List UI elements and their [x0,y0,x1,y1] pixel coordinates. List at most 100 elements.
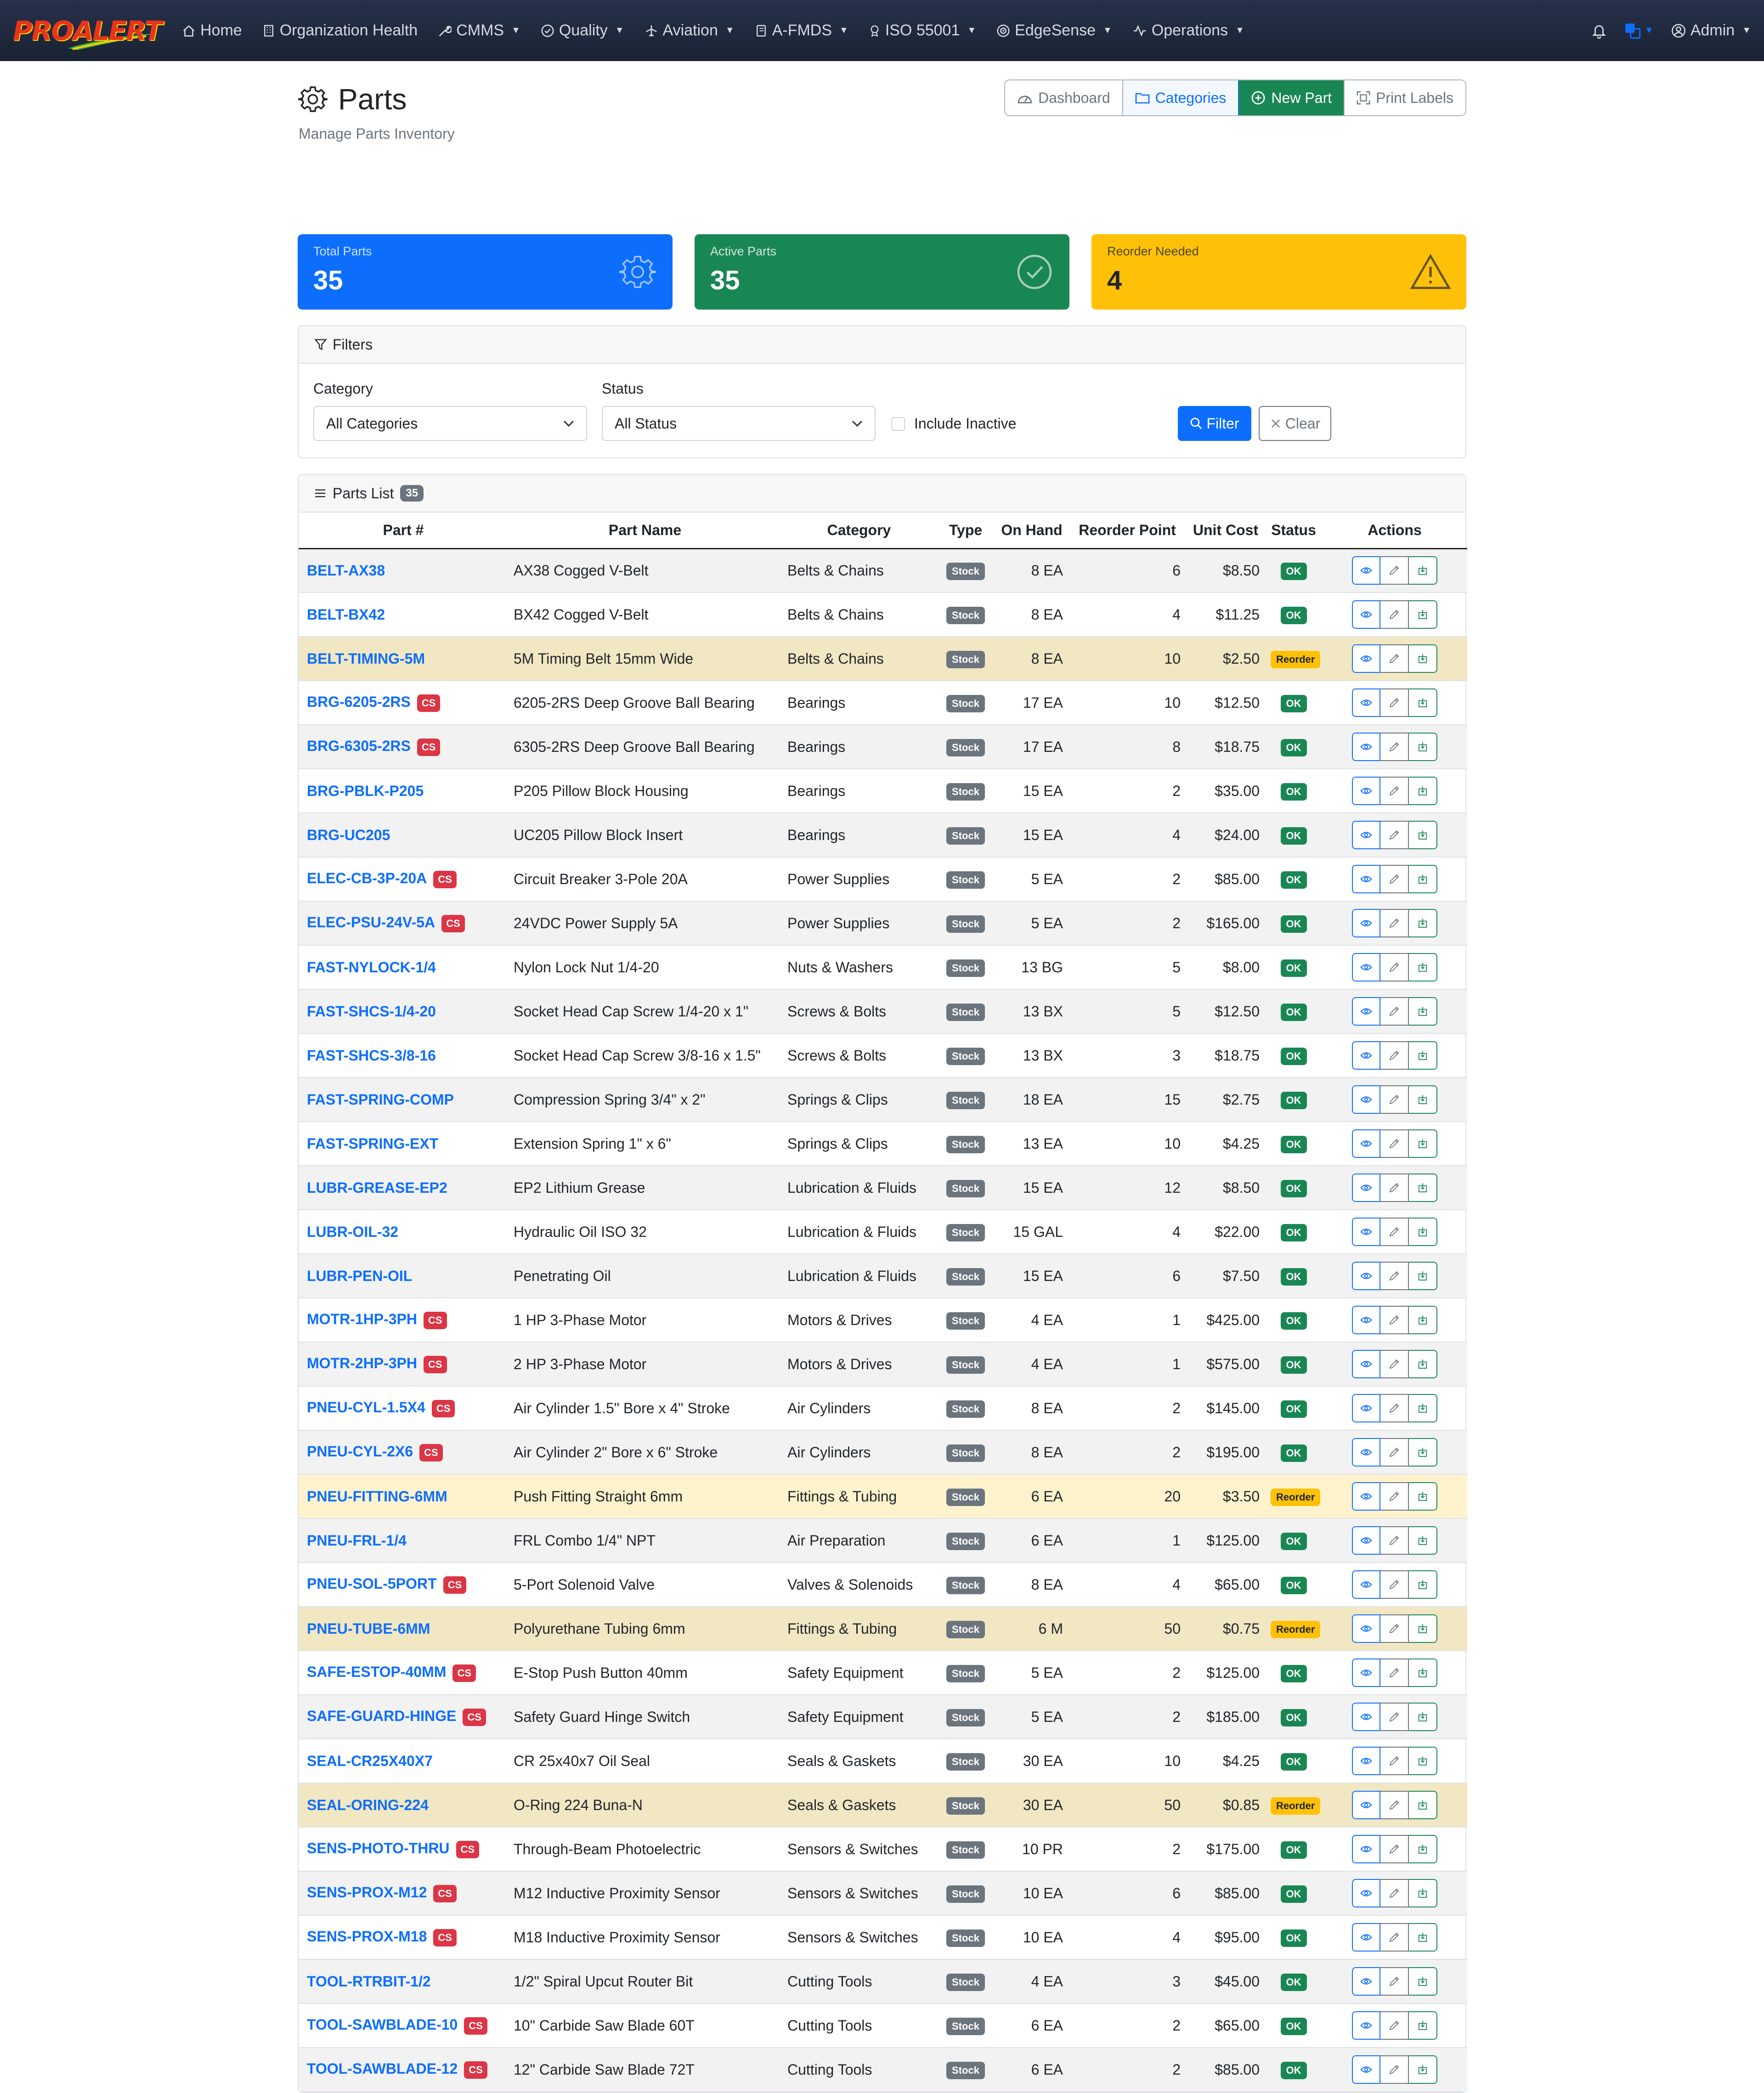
table-row[interactable]: BRG-UC205 UC205 Pillow Block Insert Bearin… [299,813,1467,858]
download-label-button[interactable] [1409,1923,1437,1952]
edit-button[interactable] [1380,1747,1409,1775]
download-label-button[interactable] [1409,644,1437,673]
table-row[interactable]: MOTR-1HP-3PH CS 1 HP 3-Phase Motor Motors &… [299,1298,1467,1343]
part-number-link[interactable]: SENS-PHOTO-THRU [307,1840,450,1856]
view-button[interactable] [1352,1173,1380,1202]
col-header-part-name[interactable]: Part Name [508,513,782,549]
table-row[interactable]: BELT-AX38 AX38 Cogged V-Belt Belts & Chain… [299,548,1467,593]
nav-iso-55001[interactable]: ISO 55001 ▼ [860,15,984,47]
download-label-button[interactable] [1409,1394,1437,1422]
view-button[interactable] [1352,2055,1380,2084]
download-label-button[interactable] [1409,2011,1437,2040]
category-select[interactable]: All Categories [313,406,587,441]
edit-button[interactable] [1380,1173,1409,1202]
clear-button[interactable]: Clear [1259,406,1331,441]
download-label-button[interactable] [1409,865,1437,893]
edit-button[interactable] [1380,953,1409,982]
download-label-button[interactable] [1409,600,1437,629]
part-number-link[interactable]: FAST-NYLOCK-1/4 [307,959,436,976]
view-button[interactable] [1352,733,1380,761]
categories-button[interactable]: Categories [1123,80,1239,115]
new-part-button[interactable]: New Part [1239,80,1345,115]
part-number-link[interactable]: SEAL-CR25X40X7 [307,1753,433,1769]
download-label-button[interactable] [1409,1879,1437,1907]
user-menu[interactable]: Admin ▼ [1671,15,1751,47]
download-label-button[interactable] [1409,909,1437,937]
part-number-link[interactable]: FAST-SPRING-EXT [307,1135,438,1152]
table-row[interactable]: SENS-PROX-M12 CS M12 Inductive Proximity S… [299,1871,1467,1916]
view-button[interactable] [1352,865,1380,893]
table-row[interactable]: ELEC-CB-3P-20A CS Circuit Breaker 3-Pole 2… [299,857,1467,902]
download-label-button[interactable] [1409,1085,1437,1114]
part-number-link[interactable]: BRG-PBLK-P205 [307,783,424,799]
table-row[interactable]: PNEU-SOL-5PORT CS 5-Port Solenoid Valve Val… [299,1563,1467,1607]
table-row[interactable]: SEAL-ORING-224 O-Ring 224 Buna-N Seals & G… [299,1783,1467,1828]
edit-button[interactable] [1380,1614,1409,1643]
part-number-link[interactable]: SAFE-GUARD-HINGE [307,1708,456,1724]
edit-button[interactable] [1380,1659,1409,1687]
view-button[interactable] [1352,1835,1380,1863]
table-row[interactable]: BELT-BX42 BX42 Cogged V-Belt Belts & Chain… [299,592,1467,637]
edit-button[interactable] [1380,556,1409,585]
download-label-button[interactable] [1409,556,1437,585]
view-button[interactable] [1352,1614,1380,1643]
view-button[interactable] [1352,1394,1380,1422]
download-label-button[interactable] [1409,1482,1437,1511]
nav-organization-health[interactable]: Organization Health [254,15,426,47]
download-label-button[interactable] [1409,1173,1437,1202]
view-button[interactable] [1352,1085,1380,1114]
col-header-category[interactable]: Category [782,513,936,549]
download-label-button[interactable] [1409,1041,1437,1070]
table-row[interactable]: TOOL-SAWBLADE-10 CS 10" Carbide Saw Blade … [299,2003,1467,2048]
edit-button[interactable] [1380,821,1409,849]
part-number-link[interactable]: FAST-SHCS-1/4-20 [307,1003,436,1020]
view-button[interactable] [1352,688,1380,717]
download-label-button[interactable] [1409,1218,1437,1246]
view-button[interactable] [1352,1570,1380,1599]
edit-button[interactable] [1380,1350,1409,1378]
table-row[interactable]: FAST-SPRING-COMP Compression Spring 3/4" … [299,1078,1467,1122]
view-button[interactable] [1352,777,1380,805]
part-number-link[interactable]: LUBR-OIL-32 [307,1224,398,1240]
download-label-button[interactable] [1409,1614,1437,1643]
status-select[interactable]: All Status [602,406,876,441]
download-label-button[interactable] [1409,1659,1437,1687]
table-row[interactable]: SEAL-CR25X40X7 CR 25x40x7 Oil Seal Seals &… [299,1739,1467,1783]
view-button[interactable] [1352,1923,1380,1952]
table-row[interactable]: TOOL-RTRBIT-1/2 1/2" Spiral Upcut Router … [299,1959,1467,2004]
translate-icon[interactable]: ▼ [1624,23,1654,39]
edit-button[interactable] [1380,688,1409,717]
download-label-button[interactable] [1409,997,1437,1026]
download-label-button[interactable] [1409,821,1437,849]
edit-button[interactable] [1380,1703,1409,1731]
table-row[interactable]: BELT-TIMING-5M 5M Timing Belt 15mm Wide Be… [299,637,1467,681]
part-number-link[interactable]: ELEC-PSU-24V-5A [307,914,435,931]
col-header-part-num[interactable]: Part # [299,513,508,549]
table-row[interactable]: TOOL-SAWBLADE-12 CS 12" Carbide Saw Blade … [299,2048,1467,2092]
part-number-link[interactable]: LUBR-GREASE-EP2 [307,1179,447,1196]
edit-button[interactable] [1380,1306,1409,1334]
table-row[interactable]: PNEU-FITTING-6MM Push Fitting Straight 6m… [299,1474,1467,1519]
part-number-link[interactable]: MOTR-2HP-3PH [307,1355,417,1371]
col-header-type[interactable]: Type [936,513,995,549]
download-label-button[interactable] [1409,1967,1437,1996]
view-button[interactable] [1352,1791,1380,1819]
include-inactive-checkbox[interactable]: Include Inactive [891,415,1016,432]
view-button[interactable] [1352,953,1380,982]
part-number-link[interactable]: SEAL-ORING-224 [307,1797,429,1813]
part-number-link[interactable]: TOOL-RTRBIT-1/2 [307,1973,431,1990]
part-number-link[interactable]: ELEC-CB-3P-20A [307,870,427,886]
view-button[interactable] [1352,1438,1380,1467]
download-label-button[interactable] [1409,1570,1437,1599]
download-label-button[interactable] [1409,1129,1437,1158]
edit-button[interactable] [1380,1041,1409,1070]
brand-logo[interactable]: PROALERT [13,8,163,54]
table-row[interactable]: FAST-SHCS-3/8-16 Socket Head Cap Screw 3/… [299,1033,1467,1078]
download-label-button[interactable] [1409,1703,1437,1731]
view-button[interactable] [1352,1262,1380,1290]
download-label-button[interactable] [1409,1791,1437,1819]
part-number-link[interactable]: PNEU-FITTING-6MM [307,1488,447,1505]
download-label-button[interactable] [1409,1350,1437,1378]
view-button[interactable] [1352,556,1380,585]
view-button[interactable] [1352,997,1380,1026]
